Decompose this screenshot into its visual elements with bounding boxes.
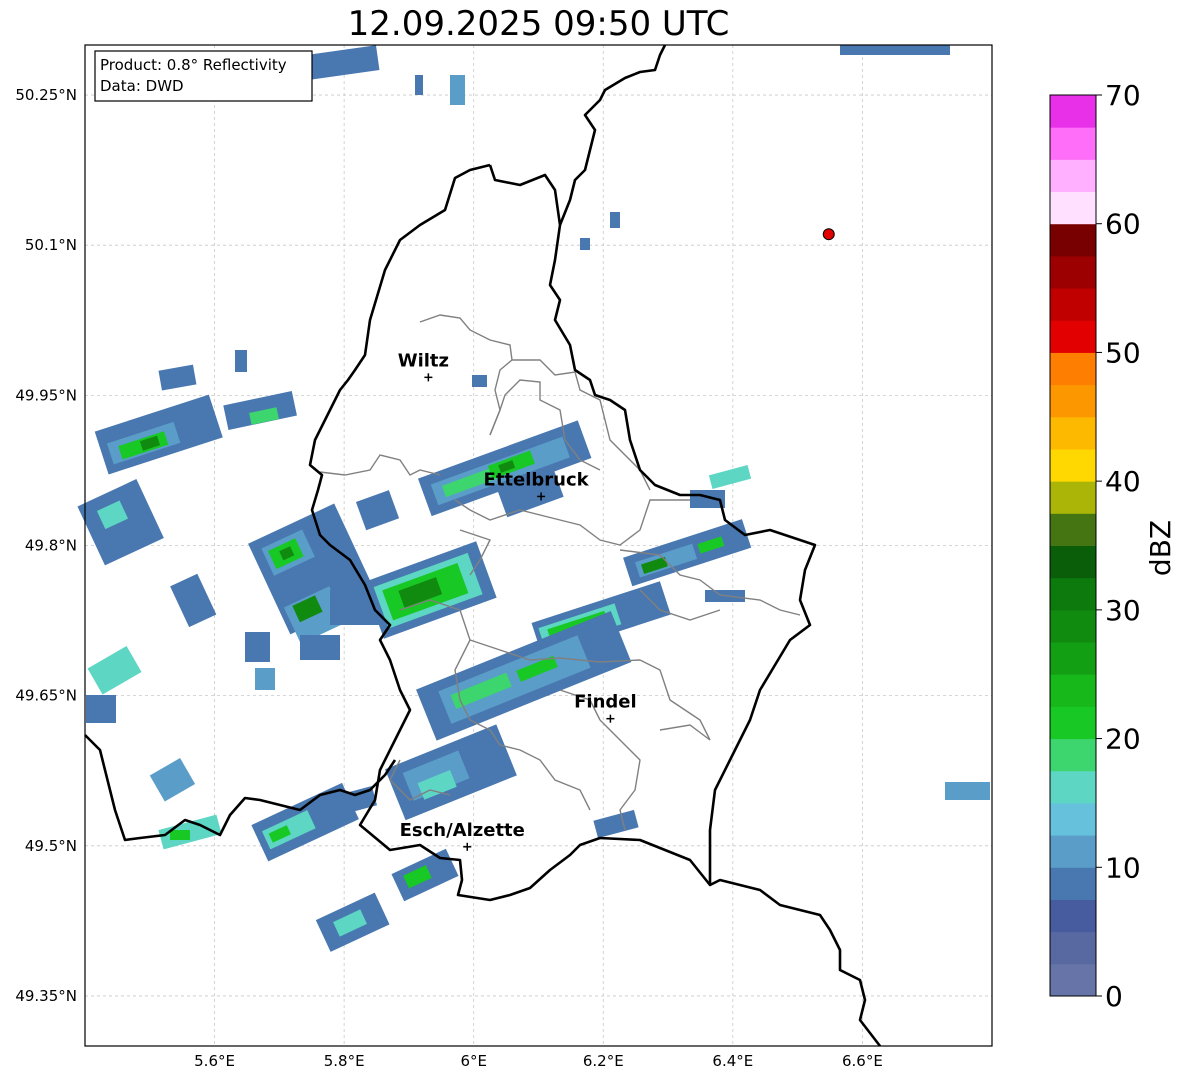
colorbar-tick-label: 30 bbox=[1105, 594, 1141, 627]
colorbar-band bbox=[1050, 577, 1096, 611]
colorbar-bands bbox=[1050, 95, 1096, 997]
colorbar-band bbox=[1050, 159, 1096, 193]
colorbar-tick-label: 0 bbox=[1105, 980, 1123, 1013]
colorbar-band bbox=[1050, 255, 1096, 289]
colorbar-band bbox=[1050, 384, 1096, 418]
colorbar-band bbox=[1050, 642, 1096, 675]
colorbar-band bbox=[1050, 545, 1096, 579]
colorbar-tick-label: 40 bbox=[1105, 465, 1141, 498]
colorbar-band bbox=[1050, 191, 1096, 225]
colorbar-tick-label: 50 bbox=[1105, 336, 1141, 369]
colorbar-ticks: 0 10 20 30 40 50 60 70 bbox=[1096, 79, 1141, 1013]
colorbar-band bbox=[1050, 867, 1096, 900]
colorbar-band bbox=[1050, 352, 1096, 386]
colorbar-band bbox=[1050, 738, 1096, 772]
colorbar-band bbox=[1050, 481, 1096, 514]
colorbar: 0 10 20 30 40 50 60 70 dBZ bbox=[1049, 79, 1177, 1013]
colorbar-label: dBZ bbox=[1144, 520, 1177, 576]
colorbar-band bbox=[1050, 95, 1096, 128]
colorbar-band bbox=[1050, 899, 1096, 933]
colorbar-band bbox=[1050, 223, 1096, 257]
colorbar-band bbox=[1050, 288, 1096, 321]
colorbar-band bbox=[1050, 320, 1096, 353]
colorbar-band bbox=[1050, 416, 1096, 450]
colorbar-band bbox=[1050, 835, 1096, 868]
colorbar-band bbox=[1050, 802, 1096, 836]
colorbar-band bbox=[1050, 609, 1096, 643]
colorbar-band bbox=[1050, 931, 1096, 965]
colorbar-tick-label: 70 bbox=[1105, 79, 1141, 112]
colorbar-band bbox=[1050, 674, 1096, 707]
colorbar-tick-label: 10 bbox=[1105, 851, 1141, 884]
colorbar-band bbox=[1050, 448, 1096, 482]
colorbar-tick-label: 20 bbox=[1105, 723, 1141, 756]
colorbar-band bbox=[1050, 706, 1096, 740]
colorbar-band bbox=[1050, 513, 1096, 546]
colorbar-band bbox=[1050, 963, 1096, 997]
colorbar-tick-label: 60 bbox=[1105, 208, 1141, 241]
colorbar-band bbox=[1050, 127, 1096, 160]
colorbar-band bbox=[1050, 770, 1096, 804]
